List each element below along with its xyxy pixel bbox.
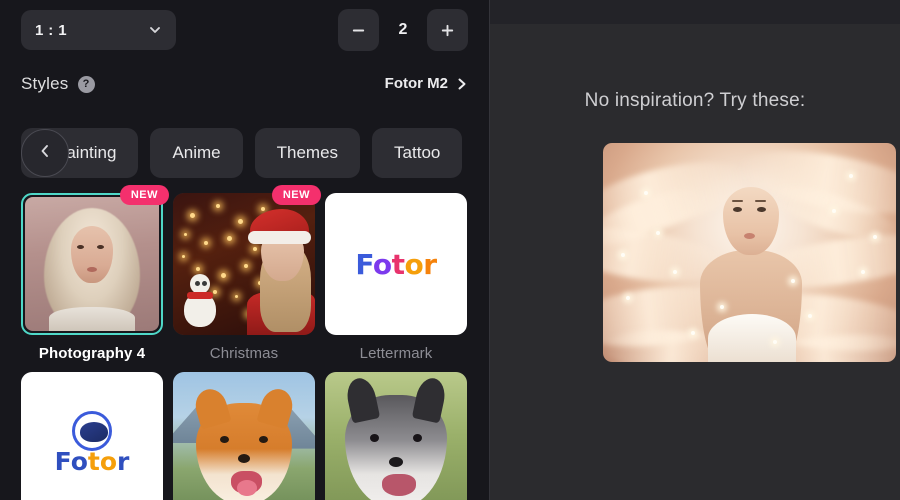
inspiration-artwork <box>603 143 896 362</box>
panel-divider <box>489 0 490 500</box>
styles-label-group: Styles ? <box>21 74 95 94</box>
chevron-down-icon <box>148 23 162 37</box>
image-count-stepper: 2 <box>338 9 468 51</box>
style-card-christmas[interactable]: NEW Christmas <box>173 185 321 362</box>
increase-count-button[interactable] <box>427 9 468 51</box>
generation-settings-toolbar: 1 : 1 2 <box>0 0 490 62</box>
scroll-tabs-left-button[interactable] <box>21 129 69 177</box>
fotor-wordmark: Fotor <box>355 247 437 281</box>
inspiration-right-panel: No inspiration? Try these: <box>490 0 900 500</box>
tab-anime[interactable]: Anime <box>150 128 243 178</box>
style-artwork-husky-dog <box>325 372 467 500</box>
aspect-ratio-select[interactable]: 1 : 1 <box>21 10 176 50</box>
inspiration-heading: No inspiration? Try these: <box>584 90 806 111</box>
model-selector-link[interactable]: Fotor M2 <box>385 75 468 92</box>
style-artwork-lettermark: Fotor <box>325 193 467 335</box>
style-thumbnail[interactable] <box>325 372 467 500</box>
new-badge: NEW <box>119 185 169 205</box>
style-card-label: Christmas <box>209 345 279 362</box>
chevron-left-icon <box>37 143 53 164</box>
style-artwork-christmas <box>173 193 315 335</box>
new-badge: NEW <box>271 185 321 205</box>
style-card-label: Photography 4 <box>38 345 146 362</box>
style-grid-row: NEW Photography 4 NEW Christmas Fotor Le… <box>21 185 490 362</box>
style-thumbnail[interactable] <box>21 193 163 335</box>
decrease-count-button[interactable] <box>338 9 379 51</box>
style-category-tabs: Painting Anime Themes Tattoo <box>0 128 490 180</box>
style-card-astronaut-logo[interactable]: Fotor <box>21 372 163 500</box>
tab-themes[interactable]: Themes <box>254 128 361 178</box>
image-count-value: 2 <box>398 21 408 38</box>
astronaut-helmet-icon <box>72 410 112 451</box>
inspiration-image-card[interactable] <box>603 143 896 362</box>
style-thumbnail[interactable]: Fotor <box>21 372 163 500</box>
chevron-right-icon <box>455 77 468 91</box>
style-artwork-photography-4 <box>25 197 159 331</box>
style-artwork-shiba-dog <box>173 372 315 500</box>
style-card-husky-dog[interactable] <box>325 372 467 500</box>
plus-icon <box>439 22 456 39</box>
style-thumbnail-grid: NEW Photography 4 NEW Christmas Fotor Le… <box>0 185 490 500</box>
style-card-shiba-dog[interactable] <box>173 372 315 500</box>
style-artwork-astronaut-logo: Fotor <box>21 372 163 500</box>
fotor-ai-image-generator: 1 : 1 2 Styles ? Fotor M2 Painting Anime… <box>0 0 900 500</box>
styles-label: Styles <box>21 74 69 93</box>
style-thumbnail[interactable] <box>173 193 315 335</box>
aspect-ratio-value: 1 : 1 <box>35 21 68 39</box>
style-thumbnail[interactable]: Fotor <box>325 193 467 335</box>
tab-tattoo[interactable]: Tattoo <box>372 128 463 178</box>
question-mark-icon[interactable]: ? <box>77 75 95 93</box>
style-grid-row: Fotor <box>21 372 490 500</box>
style-thumbnail[interactable] <box>173 372 315 500</box>
style-card-photography-4[interactable]: NEW Photography 4 <box>21 185 169 362</box>
model-name-label: Fotor M2 <box>384 75 448 92</box>
style-card-label: Lettermark <box>359 345 433 362</box>
styles-header-row: Styles ? Fotor M2 <box>0 72 490 108</box>
style-card-lettermark[interactable]: Fotor Lettermark <box>325 193 467 362</box>
panel-top-strip <box>490 0 900 24</box>
minus-icon <box>350 22 367 39</box>
fotor-astronaut-wordmark: Fotor <box>54 446 130 476</box>
styles-left-panel: 1 : 1 2 Styles ? Fotor M2 Painting Anime… <box>0 0 490 500</box>
